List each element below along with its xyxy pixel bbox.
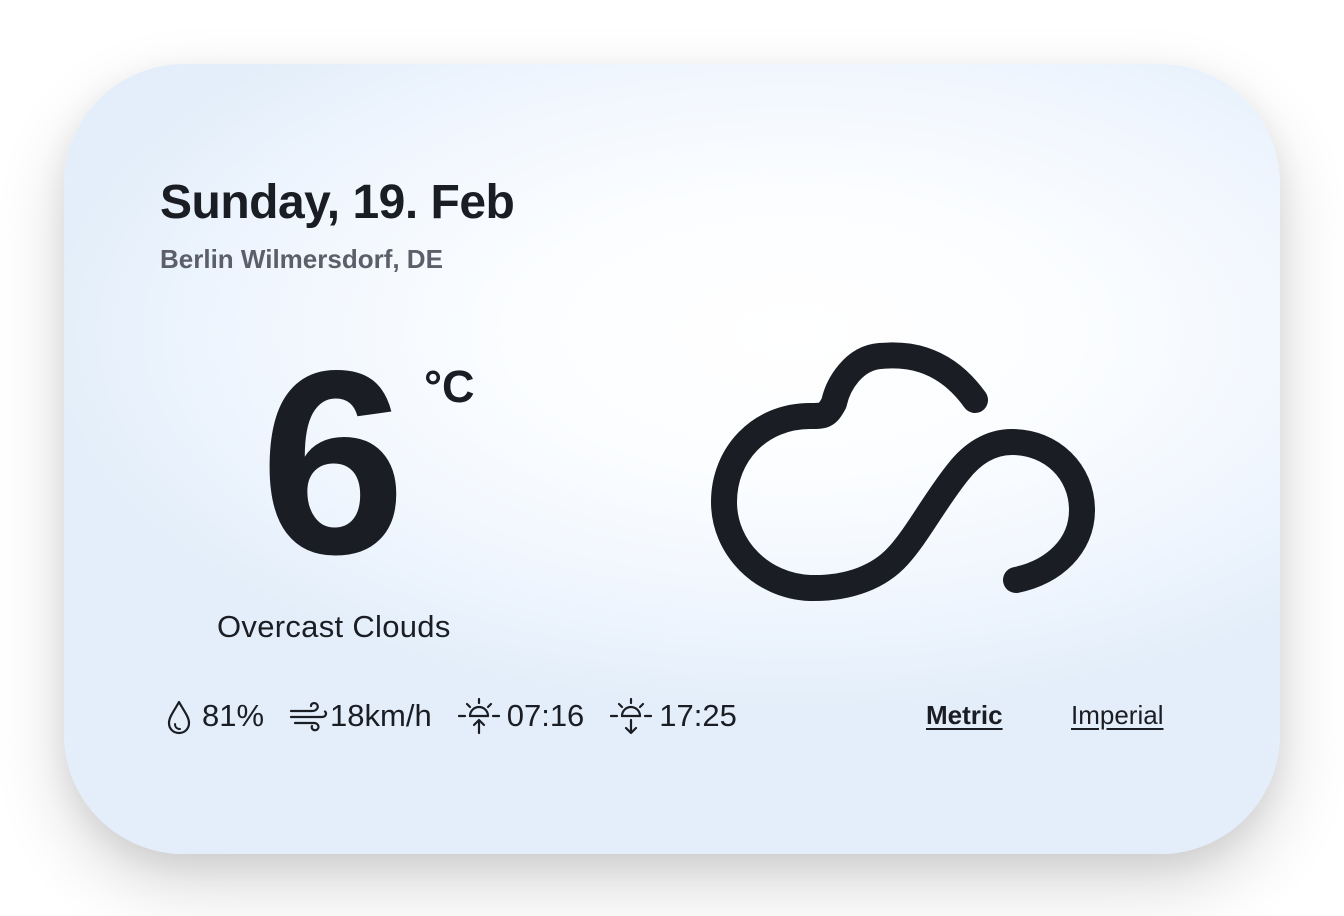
sunrise-icon — [457, 697, 500, 735]
humidity-drop-icon — [164, 696, 194, 736]
metric-toggle-link[interactable]: Metric — [926, 700, 1003, 731]
imperial-toggle-link[interactable]: Imperial — [1071, 700, 1163, 731]
sunset-icon — [610, 697, 653, 735]
date-heading: Sunday, 19. Feb — [160, 176, 515, 229]
sunset-time: 17:25 — [659, 698, 737, 733]
sunrise-time: 07:16 — [506, 698, 585, 733]
sunrise-stat: 07:16 — [457, 697, 585, 735]
wind-icon — [288, 698, 328, 734]
wind-stat: 18km/h — [288, 698, 432, 734]
humidity-value: 81% — [202, 698, 265, 733]
cloud-icon — [711, 342, 1095, 602]
temperature-unit: °C — [424, 361, 475, 412]
wind-value: 18km/h — [330, 698, 432, 733]
sunset-stat: 17:25 — [610, 697, 737, 735]
weather-stats: 81% 18km/h 07:16 17:25 — [164, 694, 737, 738]
temperature-value: 6 — [260, 316, 406, 609]
weather-card: Sunday, 19. Feb Berlin Wilmersdorf, DE 6… — [64, 64, 1280, 854]
location-label: Berlin Wilmersdorf, DE — [160, 244, 443, 274]
humidity-stat: 81% — [164, 696, 264, 736]
weather-condition: Overcast Clouds — [217, 609, 451, 644]
